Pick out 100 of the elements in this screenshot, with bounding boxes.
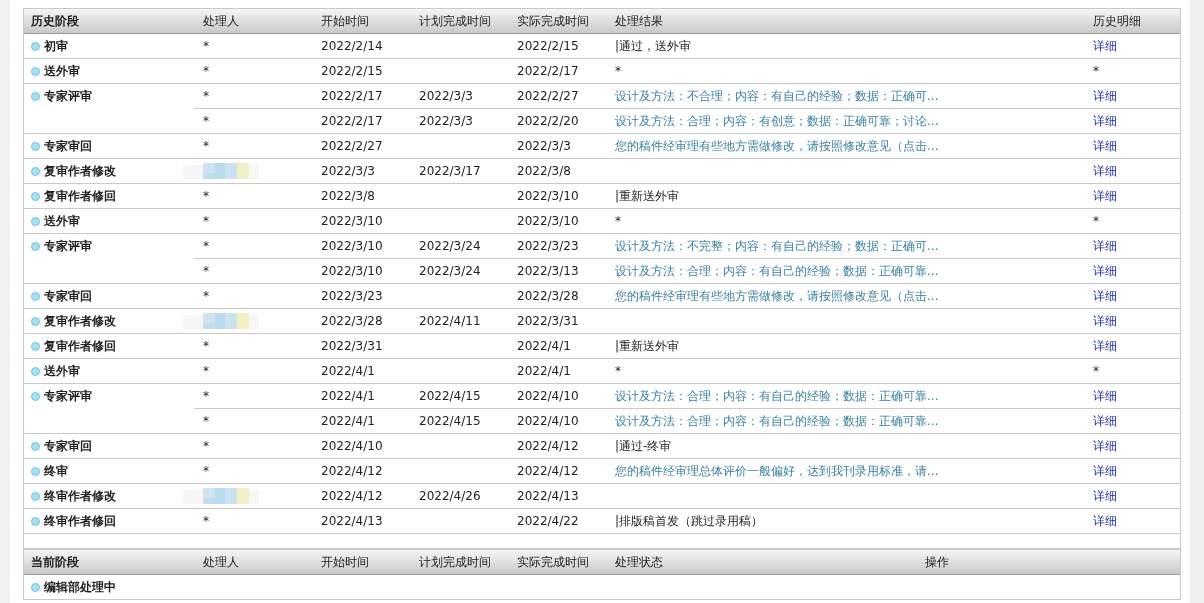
handler-text: * — [203, 389, 209, 403]
detail-link[interactable]: 详细 — [1093, 337, 1117, 355]
date-text: 2022/2/17 — [321, 114, 383, 128]
detail-link[interactable]: 详细 — [1093, 462, 1117, 480]
date-text: 2022/3/28 — [517, 289, 579, 303]
detail-link[interactable]: 详细 — [1093, 412, 1117, 430]
date-text: 2022/3/10 — [321, 214, 383, 228]
bullet-icon — [31, 141, 40, 151]
bullet-icon — [31, 41, 40, 51]
column-header: 实际完成时间 — [516, 553, 590, 571]
detail-link[interactable]: 详细 — [1093, 137, 1117, 155]
result-text: * — [615, 214, 621, 228]
bullet-icon — [31, 166, 40, 176]
detail-link[interactable]: 详细 — [1093, 162, 1117, 180]
date-text: 2022/4/10 — [517, 389, 579, 403]
detail-link[interactable]: 详细 — [1093, 287, 1117, 305]
stage-name: 复审作者修回 — [44, 337, 116, 355]
handler-text: * — [203, 289, 209, 303]
bullet-icon — [31, 491, 40, 501]
date-text: 2022/3/10 — [321, 264, 383, 278]
result-link[interactable]: 设计及方法：不合理；内容：有自己的经验；数据：正确可... — [615, 87, 939, 105]
date-text: 2022/3/13 — [517, 264, 579, 278]
handler-text: * — [203, 114, 209, 128]
column-header: 计划完成时间 — [418, 12, 492, 30]
stage-name: 专家审回 — [44, 287, 92, 305]
detail-text: * — [1093, 64, 1099, 78]
column-header: 处理人 — [202, 12, 240, 30]
result-text: |重新送外审 — [615, 337, 680, 355]
date-text: 2022/3/24 — [419, 264, 481, 278]
date-text: 2022/4/11 — [419, 314, 481, 328]
date-text: 2022/2/27 — [321, 139, 383, 153]
column-header: 处理结果 — [614, 12, 664, 30]
date-text: 2022/2/17 — [321, 89, 383, 103]
detail-link[interactable]: 详细 — [1093, 37, 1117, 55]
detail-link[interactable]: 详细 — [1093, 237, 1117, 255]
result-text: |通过-终审 — [615, 437, 672, 455]
date-text: 2022/2/15 — [321, 64, 383, 78]
result-text: * — [615, 64, 621, 78]
stage-name: 专家审回 — [44, 437, 92, 455]
date-text: 2022/3/8 — [321, 189, 375, 203]
column-header: 实际完成时间 — [516, 12, 590, 30]
bullet-icon — [31, 216, 40, 226]
result-text: |通过，送外审 — [615, 37, 692, 55]
stage-name: 编辑部处理中 — [44, 578, 116, 596]
bullet-icon — [31, 391, 40, 401]
date-text: 2022/4/22 — [517, 514, 579, 528]
result-link[interactable]: 您的稿件经审理总体评价一般偏好，达到我刊录用标准，请... — [615, 462, 939, 480]
column-header: 历史明细 — [1092, 12, 1142, 30]
date-text: 2022/4/15 — [419, 389, 481, 403]
date-text: 2022/2/20 — [517, 114, 579, 128]
handler-text: * — [203, 414, 209, 428]
stage-name: 专家评审 — [44, 387, 92, 405]
result-link[interactable]: 设计及方法：合理；内容：有自己的经验；数据：正确可靠... — [615, 387, 939, 405]
result-link[interactable]: 您的稿件经审理有些地方需做修改，请按照修改意见（点击... — [615, 287, 939, 305]
date-text: 2022/3/10 — [517, 189, 579, 203]
date-text: 2022/3/31 — [321, 339, 383, 353]
bullet-icon — [31, 316, 40, 326]
stage-name: 复审作者修回 — [44, 187, 116, 205]
date-text: 2022/4/12 — [321, 489, 383, 503]
date-text: 2022/4/15 — [419, 414, 481, 428]
bullet-icon — [31, 191, 40, 201]
detail-link[interactable]: 详细 — [1093, 387, 1117, 405]
handler-text: * — [203, 89, 209, 103]
date-text: 2022/3/23 — [321, 289, 383, 303]
stage-name: 送外审 — [44, 62, 80, 80]
date-text: 2022/4/10 — [321, 439, 383, 453]
date-text: 2022/4/1 — [321, 389, 375, 403]
column-header: 历史阶段 — [30, 12, 80, 30]
date-text: 2022/4/1 — [517, 364, 571, 378]
result-link[interactable]: 设计及方法：合理；内容：有自己的经验；数据：正确可靠... — [615, 412, 939, 430]
date-text: 2022/4/13 — [517, 489, 579, 503]
date-text: 2022/4/12 — [321, 464, 383, 478]
stage-name: 送外审 — [44, 212, 80, 230]
detail-link[interactable]: 详细 — [1093, 312, 1117, 330]
bullet-icon — [31, 466, 40, 476]
handler-text: * — [203, 364, 209, 378]
handler-text: * — [203, 339, 209, 353]
handler-text: * — [203, 464, 209, 478]
detail-link[interactable]: 详细 — [1093, 262, 1117, 280]
date-text: 2022/4/12 — [517, 439, 579, 453]
date-text: 2022/4/13 — [321, 514, 383, 528]
result-link[interactable]: 设计及方法：合理；内容：有创意；数据：正确可靠；讨论... — [615, 112, 939, 130]
result-link[interactable]: 设计及方法：合理；内容：有自己的经验；数据：正确可靠... — [615, 262, 939, 280]
detail-link[interactable]: 详细 — [1093, 437, 1117, 455]
date-text: 2022/3/10 — [517, 214, 579, 228]
detail-link[interactable]: 详细 — [1093, 187, 1117, 205]
bullet-icon — [31, 66, 40, 76]
handler-text: * — [203, 39, 209, 53]
column-header: 当前阶段 — [30, 553, 80, 571]
detail-link[interactable]: 详细 — [1093, 87, 1117, 105]
detail-link[interactable]: 详细 — [1093, 112, 1117, 130]
column-header: 计划完成时间 — [418, 553, 492, 571]
date-text: 2022/3/23 — [517, 239, 579, 253]
result-link[interactable]: 您的稿件经审理有些地方需做修改，请按照修改意见（点击... — [615, 137, 939, 155]
date-text: 2022/3/3 — [419, 114, 473, 128]
detail-link[interactable]: 详细 — [1093, 512, 1117, 530]
date-text: 2022/3/3 — [419, 89, 473, 103]
result-link[interactable]: 设计及方法：不完整；内容：有自己的经验；数据：正确可... — [615, 237, 939, 255]
detail-link[interactable]: 详细 — [1093, 487, 1117, 505]
stage-name: 复审作者修改 — [44, 312, 116, 330]
